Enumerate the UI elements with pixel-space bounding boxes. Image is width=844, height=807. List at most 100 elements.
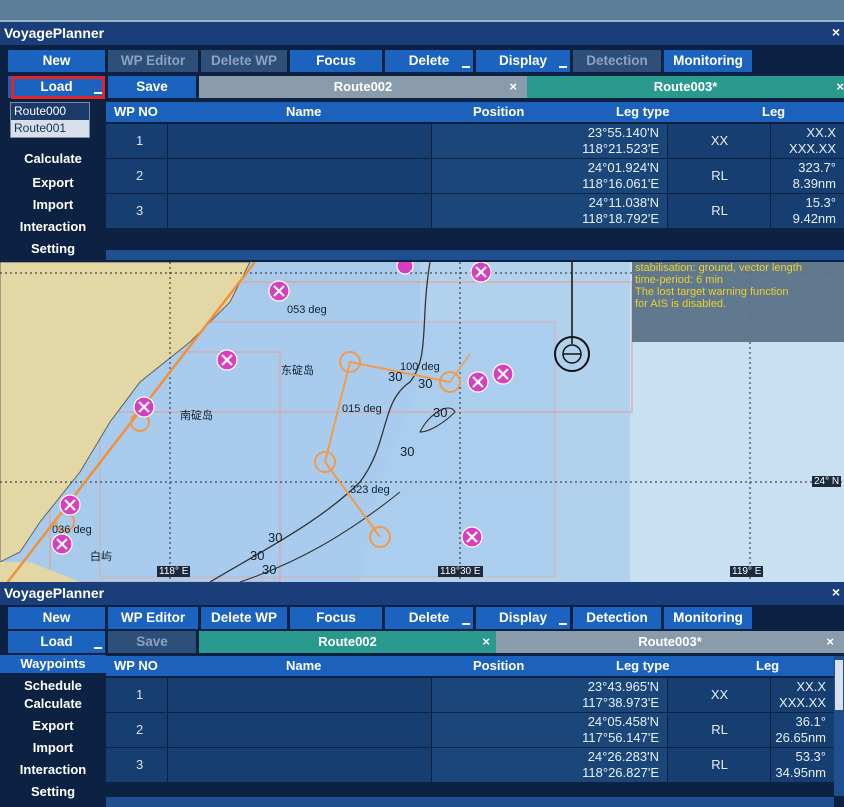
info-line: time-period: 6 min (635, 274, 724, 286)
leg-course: XX.X (796, 679, 826, 694)
sidebar-item-waypoints[interactable]: Waypoints (0, 655, 106, 673)
col-name: Name (286, 104, 322, 119)
menu-item-route001[interactable]: Route001 (11, 120, 89, 137)
depth-label: 30 (262, 562, 277, 577)
detection-button[interactable]: Detection (573, 607, 661, 629)
close-tab-icon[interactable]: × (826, 631, 834, 653)
sidebar-item-export[interactable]: Export (0, 174, 106, 192)
delete-label: Delete (408, 610, 450, 625)
sidebar-item-schedule[interactable]: Schedule (0, 677, 106, 695)
cell-leg: 323.7° 8.39nm (771, 159, 844, 193)
cell-leg-type: XX (668, 124, 771, 158)
sidebar-item-setting[interactable]: Setting (0, 240, 106, 258)
sidebar-item-setting[interactable]: Setting (0, 783, 106, 801)
wp-editor-button[interactable]: WP Editor (108, 50, 198, 72)
table-row[interactable]: 3 24°26.283'N 118°26.827'E RL 53.3° 34.95n… (106, 748, 834, 783)
cell-position: 24°05.458'N 117°56.147'E (432, 713, 668, 747)
delete-button[interactable]: Delete (385, 50, 473, 72)
sidebar-item-import[interactable]: Import (0, 196, 106, 214)
save-button[interactable]: Save (108, 76, 196, 98)
info-line: stabilisation: ground, vector length (635, 262, 802, 274)
cell-name (168, 194, 432, 228)
leg-type: RL (711, 203, 728, 218)
table-row[interactable]: 1 23°55.140'N 118°21.523'E XX XX.X XXX.XX (106, 124, 844, 159)
close-tab-icon[interactable]: × (509, 76, 517, 98)
close-tab-icon[interactable]: × (482, 631, 490, 653)
delete-wp-button[interactable]: Delete WP (201, 50, 287, 72)
wp-editor-button[interactable]: WP Editor (108, 607, 198, 629)
tab-label: Route002 (318, 634, 377, 649)
col-wp-no: WP NO (114, 104, 158, 119)
monitoring-button[interactable]: Monitoring (664, 607, 752, 629)
display-button[interactable]: Display (476, 50, 570, 72)
horizontal-scrollbar[interactable] (106, 797, 834, 807)
cell-leg-type: RL (668, 194, 771, 228)
save-button[interactable]: Save (108, 631, 196, 653)
col-leg: Leg (756, 658, 780, 673)
cell-no: 2 (106, 713, 168, 747)
leg-course: 53.3° (795, 749, 826, 764)
info-line: for AIS is disabled. (635, 298, 727, 310)
vertical-scrollbar[interactable] (834, 656, 844, 796)
delete-button[interactable]: Delete (385, 607, 473, 629)
cell-leg: 15.3° 9.42nm (771, 194, 844, 228)
sidebar-item-export[interactable]: Export (0, 717, 106, 735)
leg-distance: XXX.XX (779, 695, 826, 710)
cell-name (168, 159, 432, 193)
sidebar-item-interaction[interactable]: Interaction (0, 218, 106, 236)
new-button[interactable]: New (8, 607, 105, 629)
sidebar-item-calculate[interactable]: Calculate (0, 150, 106, 168)
label-100: 100 deg (400, 361, 440, 373)
longitude: 118°26.827'E (582, 765, 659, 780)
cell-leg-type: XX (668, 678, 771, 712)
load-button[interactable]: Load (8, 631, 105, 653)
longitude: 118°18.792'E (582, 211, 659, 226)
sidebar-item-import[interactable]: Import (0, 739, 106, 757)
delete-wp-button[interactable]: Delete WP (201, 607, 287, 629)
leg-distance: XXX.XX (789, 141, 836, 156)
dropdown-icon (559, 623, 567, 625)
wp-number: 3 (136, 203, 144, 218)
close-button[interactable]: × (832, 584, 840, 600)
leg-distance: 8.39nm (792, 176, 836, 191)
tab-route002[interactable]: Route002 × (199, 76, 527, 98)
wp-number: 2 (136, 722, 144, 737)
col-name: Name (286, 658, 322, 673)
sidebar-item-interaction[interactable]: Interaction (0, 761, 106, 779)
tab-route003[interactable]: Route003* × (527, 76, 844, 98)
horizontal-scrollbar[interactable] (106, 250, 844, 260)
menu-item-route000[interactable]: Route000 (11, 103, 89, 120)
col-wp-no: WP NO (114, 658, 158, 673)
tab-route003[interactable]: Route003* × (496, 631, 844, 653)
latitude: 23°55.140'N (587, 125, 659, 140)
wp-number: 1 (136, 133, 144, 148)
focus-button[interactable]: Focus (290, 50, 382, 72)
display-button[interactable]: Display (476, 607, 570, 629)
status-info-box: stabilisation: ground, vector length tim… (632, 262, 844, 342)
col-position: Position (473, 104, 525, 119)
sidebar-item-calculate[interactable]: Calculate (0, 695, 106, 713)
focus-button[interactable]: Focus (290, 607, 382, 629)
chart-map[interactable]: 053 deg 100 deg 015 deg 323 deg 036 deg … (0, 262, 844, 582)
table-row[interactable]: 2 24°05.458'N 117°56.147'E RL 36.1° 26.65n… (106, 713, 834, 748)
latitude: 24°26.283'N (587, 749, 659, 764)
latitude: 24°05.458'N (587, 714, 659, 729)
tab-route002[interactable]: Route002 × (199, 631, 496, 653)
delete-label: Delete (408, 53, 450, 68)
title-bar: VoyagePlanner × (0, 582, 844, 605)
close-tab-icon[interactable]: × (836, 76, 844, 98)
table-row[interactable]: 3 24°11.038'N 118°18.792'E RL 15.3° 9.42nm (106, 194, 844, 229)
depth-label: 30 (388, 369, 403, 384)
dropdown-icon (462, 623, 470, 625)
detection-button[interactable]: Detection (573, 50, 661, 72)
new-button[interactable]: New (8, 50, 105, 72)
cell-leg-type: RL (668, 748, 771, 782)
table-row[interactable]: 2 24°01.924'N 118°16.061'E RL 323.7° 8.39n… (106, 159, 844, 194)
close-button[interactable]: × (832, 24, 840, 40)
cell-name (168, 124, 432, 158)
lon-label: 118° E (157, 566, 191, 577)
table-row[interactable]: 1 23°43.965'N 117°38.973'E XX XX.X XXX.XX (106, 678, 834, 713)
monitoring-button[interactable]: Monitoring (664, 50, 752, 72)
scroll-thumb[interactable] (835, 660, 843, 710)
depth-label: 30 (268, 530, 283, 545)
